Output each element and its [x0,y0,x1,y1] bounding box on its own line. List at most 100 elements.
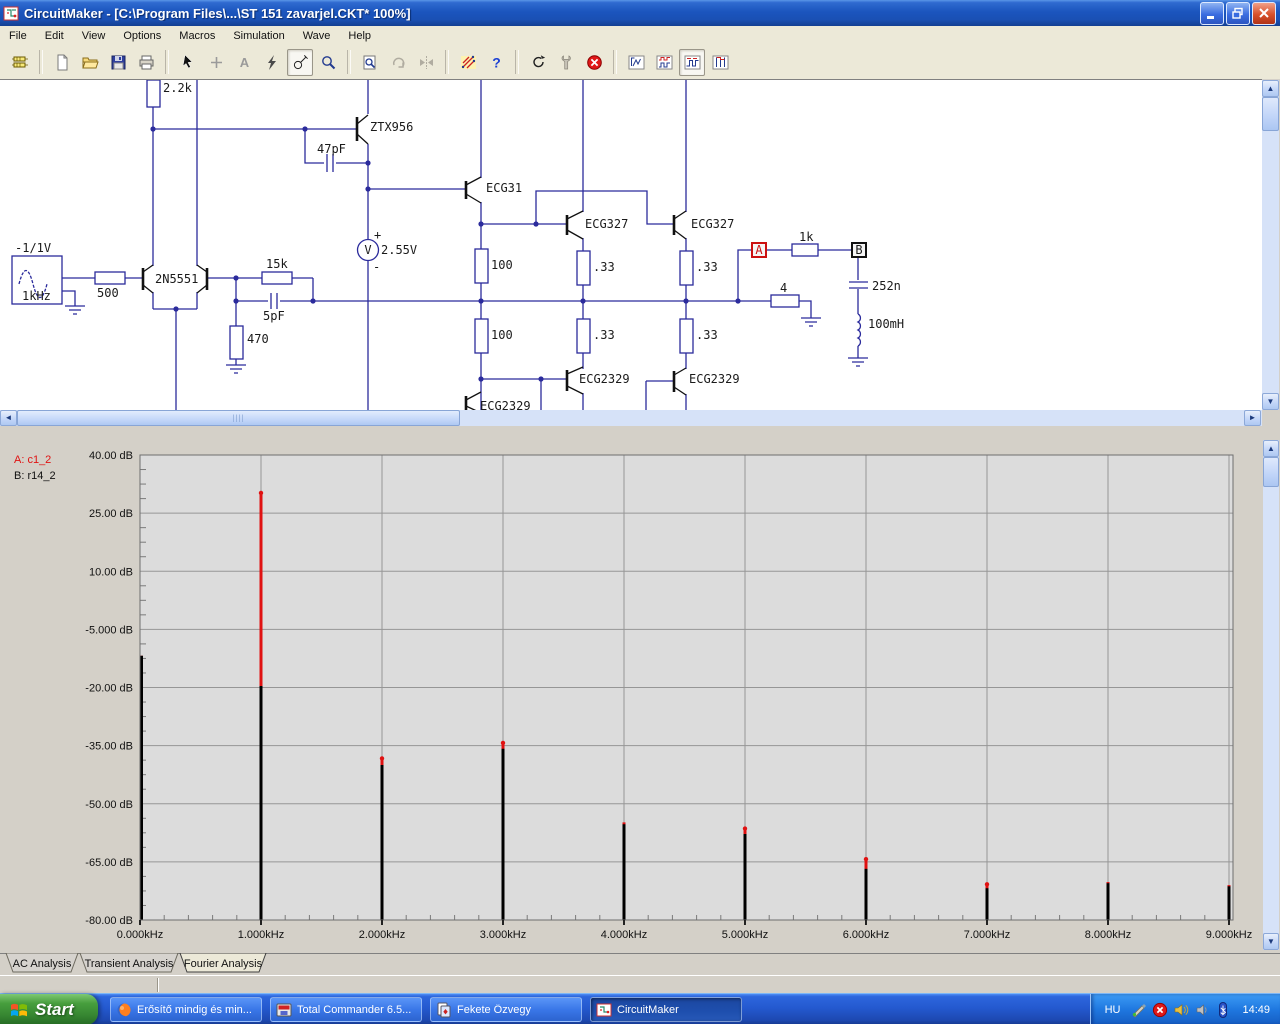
plus-button[interactable] [203,49,229,76]
analysis-tabstrip: AC Analysis Transient Analysis Fourier Ana… [0,952,1280,975]
scroll-left-icon[interactable]: ◄ [0,410,17,426]
text-icon: A [239,55,249,70]
taskbar-clock: 14:49 [1242,1003,1270,1016]
component-label: ECG327 [691,217,734,231]
task-card-game[interactable]: Fekete Özvegy [430,997,582,1022]
rotate-icon [392,57,404,68]
component-label: B [855,243,862,257]
title-bar[interactable]: CircuitMaker - [C:\Program Files\...\ST … [0,0,1280,26]
reset-icon [532,54,545,67]
toolbar-separator [39,50,43,74]
restore-button[interactable] [1226,1,1250,25]
stop-button[interactable] [581,49,607,76]
schematic-vscrollbar[interactable]: ▲ ▼ [1262,80,1279,410]
wire-tool-button[interactable] [259,49,285,76]
reset-button[interactable] [525,49,551,76]
open-button[interactable] [77,49,103,76]
scroll-down-icon[interactable]: ▼ [1263,933,1279,950]
minimize-button[interactable] [1200,1,1224,25]
schematic-hscrollbar[interactable]: ◄ |||| ► [0,410,1262,426]
save-icon [111,55,125,69]
task-total-commander[interactable]: Total Commander 6.5... [270,997,422,1022]
x-axis-tick-label: 6.000kHz [843,929,889,941]
x-axis-tick-label: 3.000kHz [480,929,526,941]
y-axis-tick-label: 25.00 dB [89,508,133,520]
save-button[interactable] [105,49,131,76]
start-button[interactable]: Start [0,994,98,1024]
scope-4-button[interactable] [707,49,733,76]
toolbar-separator [165,50,169,74]
scope-3-button[interactable] [679,48,705,76]
security-alert-icon[interactable] [1152,1002,1168,1018]
audio-device-icon[interactable] [1194,1002,1210,1018]
component-label: 1kHz [22,289,51,303]
zoom-icon [321,55,335,69]
tab-ac-analysis[interactable]: AC Analysis [5,952,79,973]
component-label: 4 [780,281,787,295]
zoom-window-icon [363,55,375,69]
wire-color-icon [460,55,476,69]
schematic-vscroll-thumb[interactable] [1262,97,1279,131]
pen-tablet-icon[interactable] [1131,1002,1147,1018]
probe-button[interactable] [287,48,313,76]
taskbar: Start Erősítő mindig és min... Total Comm… [0,993,1280,1024]
wire-color-button[interactable] [455,49,481,76]
zoom-window-button[interactable] [357,49,383,76]
toolbar-separator [347,50,351,74]
task-firefox[interactable]: Erősítő mindig és min... [110,997,262,1022]
rotate-button [385,49,411,76]
y-axis-tick-label: -65.00 dB [85,857,133,869]
menu-options[interactable]: Options [114,28,170,44]
print-button[interactable] [133,49,159,76]
menu-help[interactable]: Help [339,28,380,44]
component-label: .33 [696,260,718,274]
chart-vscroll-thumb[interactable] [1263,457,1279,487]
probe-icon [293,54,308,69]
help-button[interactable]: ? [483,49,509,76]
new-button[interactable] [49,49,75,76]
component-label: 2N5551 [155,272,198,286]
x-axis-tick-label: 8.000kHz [1085,929,1131,941]
tools-button[interactable] [553,49,579,76]
menu-macros[interactable]: Macros [170,28,224,44]
component-label: 1k [799,230,814,244]
text-button[interactable]: A [231,49,257,76]
menu-simulation[interactable]: Simulation [224,28,293,44]
component-label: 15k [266,257,288,271]
schematic-canvas[interactable]: 2.2k -1/1V 1kHz 500 2N5551 15k 5pF 470 47pF ZTX95… [0,79,1262,414]
scroll-down-icon[interactable]: ▼ [1262,393,1279,410]
zoom-button[interactable] [315,49,341,76]
bluetooth-icon[interactable] [1215,1001,1231,1018]
scroll-up-icon[interactable]: ▲ [1262,80,1279,97]
close-button[interactable] [1252,1,1276,25]
x-axis-tick-label: 4.000kHz [601,929,647,941]
y-axis-tick-label: -80.00 dB [85,915,133,927]
chart-vscrollbar[interactable]: ▲ ▼ [1263,440,1279,950]
component-label: ECG31 [486,181,522,195]
tab-transient-analysis[interactable]: Transient Analysis [79,952,179,973]
scope-2-button[interactable] [651,49,677,76]
menu-edit[interactable]: Edit [36,28,73,44]
tab-fourier-analysis[interactable]: Fourier Analysis [179,952,267,973]
total-commander-icon [276,1003,292,1016]
scroll-up-icon[interactable]: ▲ [1263,440,1279,457]
stop-icon [586,54,602,70]
menu-wave[interactable]: Wave [294,28,340,44]
menu-file[interactable]: File [0,28,36,44]
components-button[interactable] [7,49,33,76]
start-label: Start [35,999,74,1019]
menu-bar: File Edit View Options Macros Simulation Wave H… [0,26,1280,46]
schematic-hscroll-thumb[interactable]: |||| [17,410,460,426]
scope-1-button[interactable] [623,49,649,76]
language-indicator[interactable]: HU [1105,1004,1121,1016]
y-axis-tick-label: -5.000 dB [85,624,133,636]
component-label: ECG2329 [579,372,630,386]
menu-view[interactable]: View [73,28,115,44]
task-circuitmaker[interactable]: CircuitMaker [590,997,742,1022]
svg-text:?: ? [492,54,501,70]
scroll-right-icon[interactable]: ► [1244,410,1261,426]
volume-icon[interactable] [1173,1002,1189,1018]
tools-icon [561,54,571,69]
cursor-button[interactable] [175,49,201,76]
svg-text:Fourier Analysis: Fourier Analysis [184,958,263,970]
